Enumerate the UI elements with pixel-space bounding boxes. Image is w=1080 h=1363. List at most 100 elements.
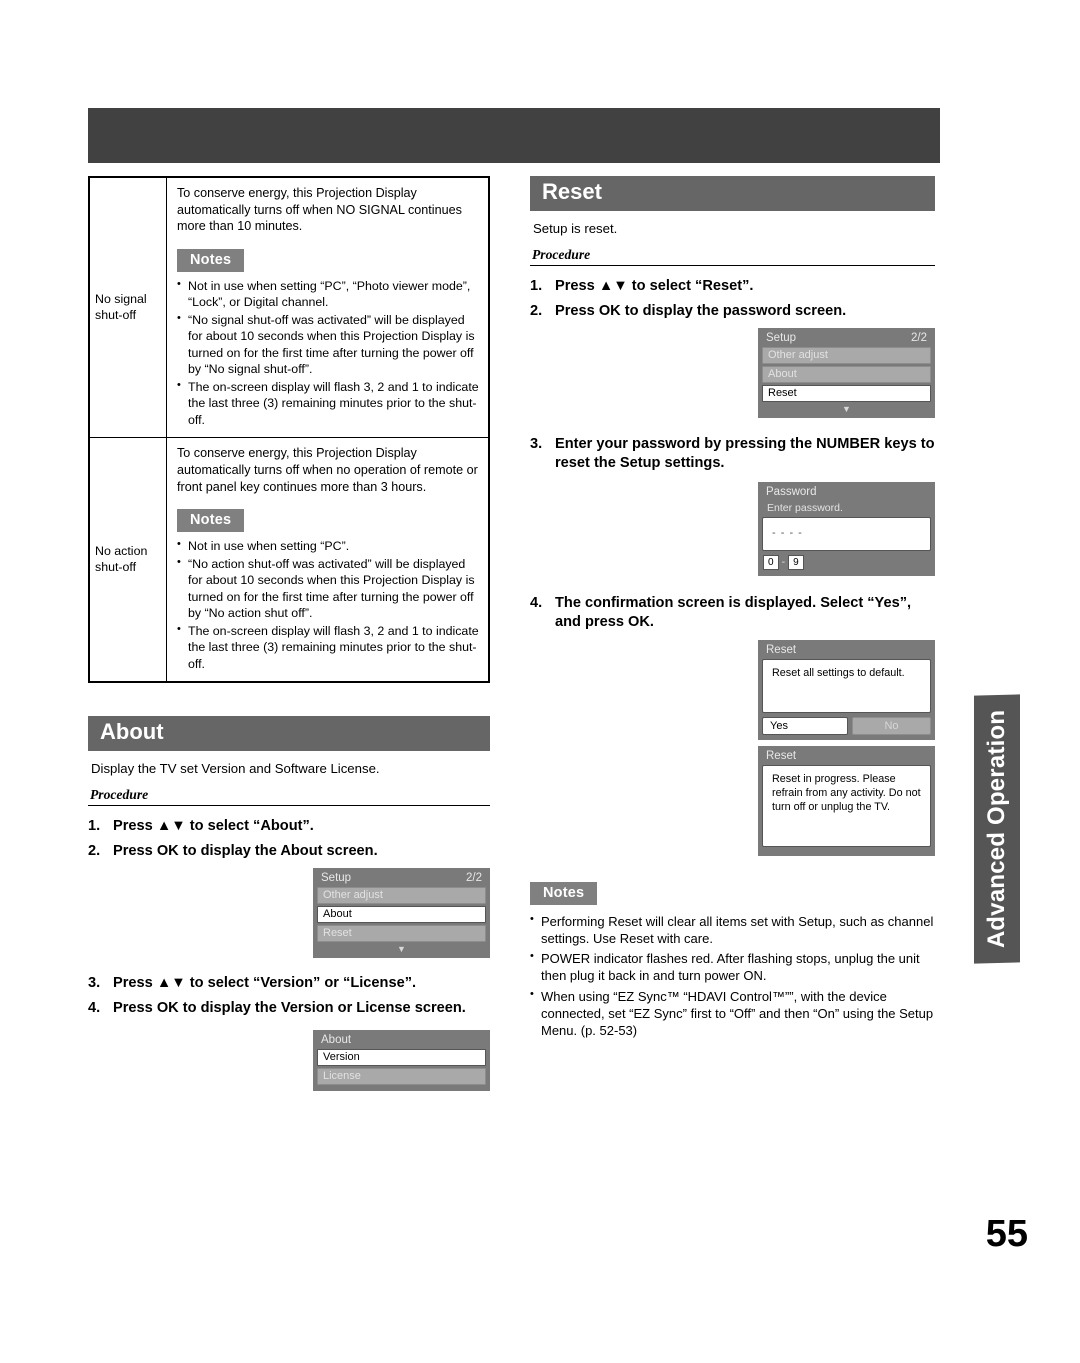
row-intro-text: To conserve energy, this Projection Disp… (177, 446, 478, 494)
notes-list: Not in use when setting “PC”, “Photo vie… (177, 277, 479, 429)
key-max-label: 9 (788, 554, 804, 570)
row-intro-text: To conserve energy, this Projection Disp… (177, 186, 462, 234)
step-text: Press OK to display the Version or Licen… (113, 999, 466, 1016)
osd-reset-progress-dialog: Reset Reset in progress. Please refrain … (758, 745, 935, 856)
reset-step-4: 4. The confirmation screen is displayed.… (530, 594, 935, 632)
progress-message: Reset in progress. Please refrain from a… (762, 764, 931, 847)
notes-badge: Notes (177, 248, 245, 272)
notes-badge: Notes (530, 881, 598, 905)
notes-badge: Notes (177, 509, 245, 533)
list-item: “No action shut-off was activated” will … (177, 555, 479, 622)
confirm-button-row: Yes No (762, 716, 931, 735)
procedure-divider (88, 804, 490, 806)
osd-menu-item-about[interactable]: About (762, 365, 931, 383)
password-input[interactable]: - - - - (762, 516, 931, 551)
osd-title-text: Reset (766, 749, 797, 762)
list-item: POWER indicator flashes red. After flash… (530, 949, 935, 985)
notes-list: Not in use when setting “PC”. “No action… (177, 537, 479, 672)
list-item: 2. Press OK to display the password scre… (530, 302, 935, 321)
row-body-no-signal-shutoff: To conserve energy, this Projection Disp… (166, 176, 490, 439)
table-row: No signal shut-off To conserve energy, t… (88, 176, 490, 439)
chevron-down-icon: ▼ (842, 403, 851, 414)
list-item: “No signal shut-off was activated” will … (177, 311, 479, 378)
row-label-no-signal-shutoff: No signal shut-off (88, 176, 167, 439)
step-text: Press ▲▼ to select “About”. (113, 817, 314, 834)
list-item: Performing Reset will clear all items se… (530, 912, 935, 948)
step-text: The confirmation screen is displayed. Se… (555, 594, 912, 630)
procedure-label: Procedure (532, 246, 591, 262)
row-label-no-action-shutoff: No action shut-off (88, 437, 167, 683)
osd-title-text: Setup (321, 871, 352, 884)
password-key-range: 0 - 9 (762, 554, 931, 570)
password-prompt: Enter password. (767, 501, 843, 514)
reset-notes-list: Performing Reset will clear all items se… (530, 912, 935, 1040)
about-steps-group-2: 3. Press ▲▼ to select “Version” or “Lice… (88, 974, 490, 1018)
osd-title-text: About (321, 1033, 352, 1046)
list-item: 2. Press OK to display the About screen. (88, 842, 490, 861)
table-row: No action shut-off To conserve energy, t… (88, 437, 490, 683)
osd-page-indicator: 2/2 (466, 871, 482, 884)
osd-menu-item-about[interactable]: About (317, 905, 486, 923)
list-item: When using “EZ Sync™ “HDAVI Control™””, … (530, 987, 935, 1040)
key-min-label: 0 (763, 554, 779, 570)
key-range-separator: - (781, 556, 786, 569)
list-item: 1. Press ▲▼ to select “Reset”. (530, 277, 935, 296)
reset-step-3: 3. Enter your password by pressing the N… (530, 435, 935, 473)
osd-menu-item-license[interactable]: License (317, 1067, 486, 1085)
list-item: Not in use when setting “PC”, “Photo vie… (177, 277, 479, 311)
step-number: 4. (530, 594, 543, 611)
reset-steps-group-1: 1. Press ▲▼ to select “Reset”. 2. Press … (530, 277, 935, 321)
osd-page-indicator: 2/2 (911, 331, 927, 344)
osd-menu-item-other-adjust[interactable]: Other adjust (762, 346, 931, 364)
right-column: Reset Setup is reset. Procedure 1. Press… (530, 176, 935, 1043)
yes-button[interactable]: Yes (762, 716, 848, 735)
osd-menu-item-reset[interactable]: Reset (317, 924, 486, 942)
osd-menu-item-reset[interactable]: Reset (762, 384, 931, 402)
page-number: 55 (985, 1213, 1028, 1255)
row-label-text: No signal shut-off (95, 291, 147, 322)
osd-setup-menu-about: Setup 2/2 Other adjust About Reset ▼ (313, 867, 490, 958)
osd-title-text: Reset (766, 643, 797, 656)
osd-menu-item-version[interactable]: Version (317, 1048, 486, 1066)
chevron-down-icon: ▼ (397, 943, 406, 954)
list-item: 4. The confirmation screen is displayed.… (530, 594, 935, 632)
osd-menu-item-other-adjust[interactable]: Other adjust (317, 886, 486, 904)
step-number: 2. (530, 302, 543, 319)
step-number: 1. (88, 817, 101, 834)
about-steps-group-1: 1. Press ▲▼ to select “About”. 2. Press … (88, 817, 490, 861)
osd-title-text: Password (766, 485, 817, 498)
list-item: The on-screen display will flash 3, 2 an… (177, 378, 479, 429)
list-item: 3. Enter your password by pressing the N… (530, 435, 935, 473)
step-number: 3. (530, 435, 543, 452)
side-tab-advanced-operation: Advanced Operation (974, 694, 1020, 964)
step-number: 2. (88, 842, 101, 859)
osd-title-row: Setup 2/2 (317, 871, 486, 887)
shutoff-settings-table: No signal shut-off To conserve energy, t… (88, 176, 490, 684)
list-item: Not in use when setting “PC”. (177, 537, 479, 555)
left-column: No signal shut-off To conserve energy, t… (88, 176, 490, 1091)
section-header-about: About (88, 716, 490, 751)
reset-description: Setup is reset. (533, 220, 618, 236)
procedure-label: Procedure (90, 786, 149, 802)
step-text: Enter your password by pressing the NUMB… (555, 435, 935, 471)
step-text: Press ▲▼ to select “Reset”. (555, 277, 754, 294)
osd-password-screen: Password Enter password. - - - - 0 - 9 (758, 481, 935, 576)
step-text: Press OK to display the password screen. (555, 302, 847, 319)
osd-setup-menu-reset: Setup 2/2 Other adjust About Reset ▼ (758, 327, 935, 418)
list-item: 3. Press ▲▼ to select “Version” or “Lice… (88, 974, 490, 993)
section-header-reset: Reset (530, 176, 935, 211)
osd-title-text: Setup (766, 331, 797, 344)
no-button[interactable]: No (852, 716, 931, 735)
side-tab-label: Advanced Operation (983, 709, 1010, 949)
step-text: Press ▲▼ to select “Version” or “License… (113, 974, 417, 991)
about-description: Display the TV set Version and Software … (91, 760, 380, 776)
row-label-text: No action shut-off (95, 543, 148, 574)
step-number: 4. (88, 999, 101, 1016)
osd-about-menu: About Version License (313, 1029, 490, 1091)
list-item: 1. Press ▲▼ to select “About”. (88, 817, 490, 836)
confirm-message: Reset all settings to default. (762, 658, 931, 713)
row-body-no-action-shutoff: To conserve energy, this Projection Disp… (166, 437, 490, 683)
list-item: 4. Press OK to display the Version or Li… (88, 999, 490, 1018)
osd-reset-confirm-dialog: Reset Reset all settings to default. Yes… (758, 639, 935, 740)
osd-title-row: Reset (762, 643, 931, 659)
